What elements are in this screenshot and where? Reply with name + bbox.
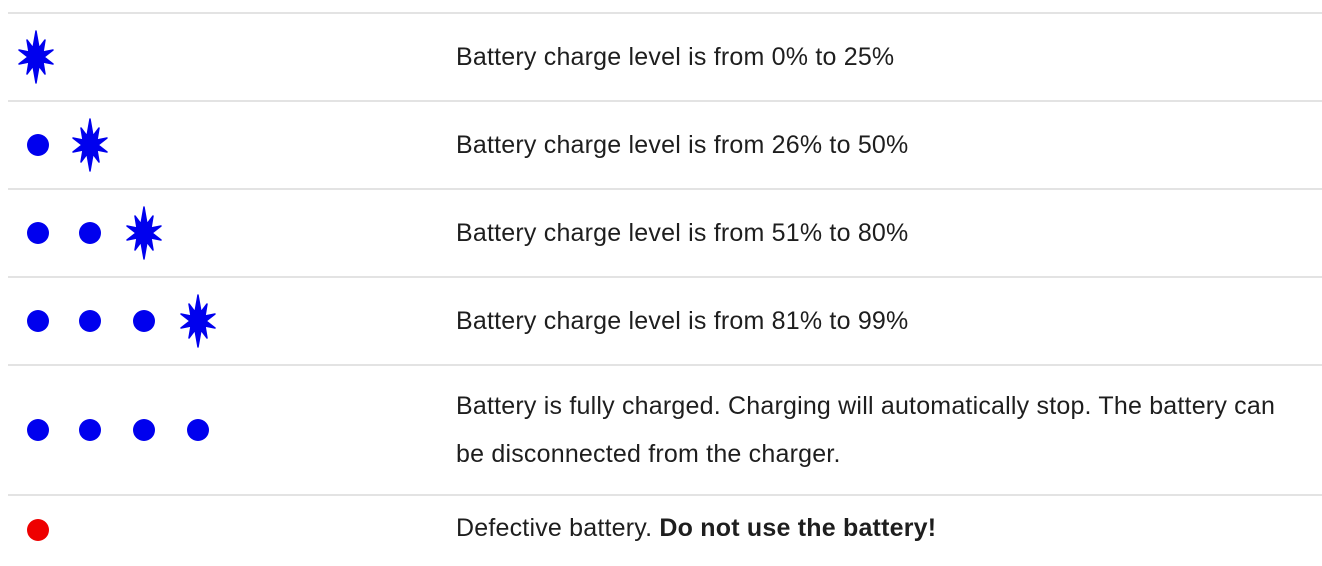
table-row: Battery is fully charged. Charging will … xyxy=(8,366,1322,496)
solid-led-icon xyxy=(133,419,155,441)
table-row: Battery charge level is from 81% to 99% xyxy=(8,278,1322,366)
table-row: Battery charge level is from 26% to 50% xyxy=(8,102,1322,190)
solid-led-icon xyxy=(79,310,101,332)
led-indicator xyxy=(8,14,448,100)
table-row: Defective battery. Do not use the batter… xyxy=(8,496,1322,566)
solid-led-icon xyxy=(27,134,49,156)
led-indicator xyxy=(8,102,448,188)
row-description: Battery charge level is from 81% to 99% xyxy=(456,307,909,335)
row-description: Battery is fully charged. Charging will … xyxy=(456,392,1276,468)
row-description: Battery charge level is from 0% to 25% xyxy=(456,43,895,71)
solid-led-icon xyxy=(187,419,209,441)
flashing-led-icon xyxy=(126,205,162,261)
solid-led-icon xyxy=(79,419,101,441)
solid-led-icon xyxy=(27,419,49,441)
flashing-led-icon xyxy=(180,293,216,349)
led-indicator xyxy=(8,190,448,276)
solid-led-icon xyxy=(133,310,155,332)
flashing-led-icon xyxy=(18,29,54,85)
led-indicator xyxy=(8,496,448,566)
defective-text: Defective battery. xyxy=(456,514,660,542)
led-indicator xyxy=(8,366,448,494)
solid-led-icon xyxy=(27,222,49,244)
flashing-led-icon xyxy=(72,117,108,173)
table-row: Battery charge level is from 0% to 25% xyxy=(8,14,1322,102)
solid-led-icon xyxy=(79,222,101,244)
warning-text: Do not use the battery! xyxy=(659,514,937,542)
row-description: Defective battery. Do not use the batter… xyxy=(456,496,1282,566)
row-description: Battery charge level is from 26% to 50% xyxy=(456,131,909,159)
led-indicator xyxy=(8,278,448,364)
row-description: Battery charge level is from 51% to 80% xyxy=(456,219,909,247)
solid-led-icon xyxy=(27,310,49,332)
battery-status-table: Battery charge level is from 0% to 25% B… xyxy=(8,12,1322,566)
table-row: Battery charge level is from 51% to 80% xyxy=(8,190,1322,278)
red-led-icon xyxy=(27,519,49,541)
